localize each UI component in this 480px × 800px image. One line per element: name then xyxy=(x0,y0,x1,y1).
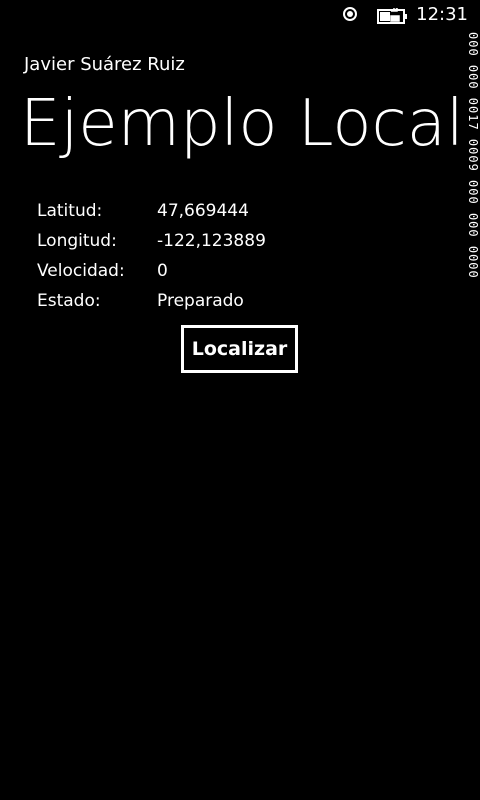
battery-charging-icon xyxy=(377,8,407,24)
status-row: Estado: Preparado xyxy=(37,286,417,316)
longitude-row: Longitud: -122,123889 xyxy=(37,226,417,256)
latitude-row: Latitud: 47,669444 xyxy=(37,196,417,226)
latitude-label: Latitud: xyxy=(37,201,103,221)
status-value: Preparado xyxy=(157,291,244,311)
location-icon xyxy=(343,7,357,21)
location-data-grid: Latitud: 47,669444 Longitud: -122,123889… xyxy=(37,196,417,316)
latitude-value: 47,669444 xyxy=(157,201,249,221)
frame-rate-counter-text: 000 000 0017 0009 000 000 0000 xyxy=(466,32,480,279)
speed-value: 0 xyxy=(157,261,168,281)
status-time: 12:31 xyxy=(416,4,468,25)
speed-row: Velocidad: 0 xyxy=(37,256,417,286)
frame-rate-counter: 000 000 0017 0009 000 000 0000 xyxy=(464,32,480,402)
app-name: Javier Suárez Ruiz xyxy=(24,54,185,75)
status-label: Estado: xyxy=(37,291,101,311)
longitude-value: -122,123889 xyxy=(157,231,266,251)
longitude-label: Longitud: xyxy=(37,231,117,251)
status-bar: 12:31 xyxy=(0,0,480,32)
locate-button[interactable]: Localizar xyxy=(181,325,298,373)
speed-label: Velocidad: xyxy=(37,261,125,281)
page-title: Ejemplo Localización xyxy=(20,87,460,161)
